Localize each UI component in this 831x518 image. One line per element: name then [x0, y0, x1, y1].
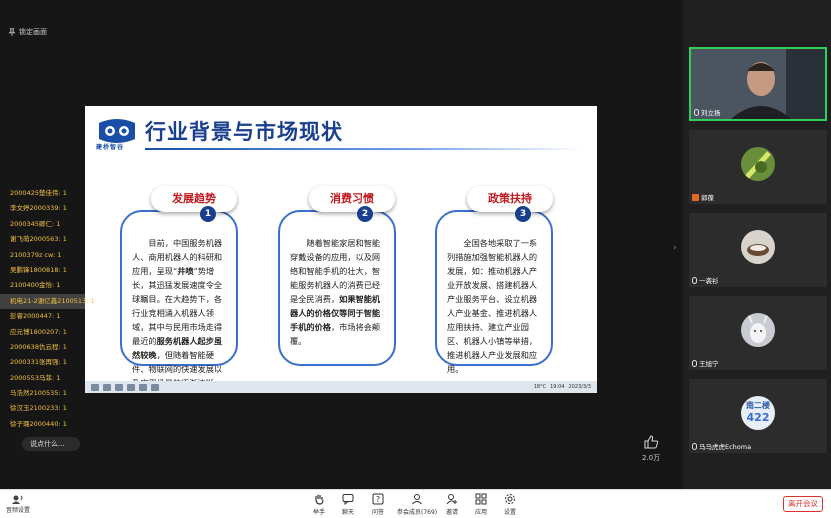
card-number-1: 1	[200, 206, 216, 222]
taskbar-temp: 18°C	[533, 384, 547, 390]
card-text-3: 全国各地采取了一系列措施加强智能机器人的发展，如：推动机器人产业开放发展、搭建机…	[447, 238, 538, 374]
audio-settings-label: 音频设置	[6, 507, 31, 514]
chat-icon	[342, 494, 354, 505]
participant-tile[interactable]: 刘立扬	[689, 47, 827, 121]
shared-screen: 锁定画面 建桥智谷 行业背景与市场现状 发展趋势 1 目前，中国服务机器人、商用…	[0, 0, 683, 489]
like-button[interactable]: 2.0万	[642, 434, 660, 463]
pin-icon	[8, 28, 16, 36]
card-text-2: 随着智能家居和智能穿戴设备的应用，以及网络和智能手机的壮大，智能服务机器人的消费…	[290, 238, 381, 346]
hand-icon	[315, 494, 324, 505]
presentation-slide: 建桥智谷 行业背景与市场现状 发展趋势 1 目前，中国服务机器人、商用机器人的科…	[85, 106, 597, 381]
avatar	[741, 313, 775, 347]
apps-button[interactable]: 应用	[475, 493, 487, 516]
invite-icon	[446, 494, 457, 505]
chat-message: 彭睿2000447: 1	[10, 312, 61, 321]
chat-message: 吴鹏锋1800818: 1	[10, 265, 67, 274]
pin-label: 锁定画面	[19, 28, 47, 36]
apps-grid-icon	[475, 493, 487, 505]
logo-text: 建桥智谷	[96, 144, 125, 151]
participant-name: 刘立扬	[694, 107, 721, 117]
user-avatar-icon	[692, 193, 699, 201]
participant-video-sidebar: 刘立扬 郭葆 一袭衫 王旭宁 南二楼 422 马马虎虎Echoma	[683, 0, 831, 489]
title-underline	[145, 148, 585, 150]
gear-icon	[505, 494, 515, 504]
chat-message: 2000553马菲: 1	[10, 373, 61, 382]
participant-tile[interactable]: 郭葆	[689, 130, 827, 204]
mic-icon	[692, 359, 697, 367]
avatar: 南二楼 422	[741, 396, 775, 430]
avatar-text-num: 422	[746, 411, 770, 424]
card-text-1: 目前，中国服务机器人、商用机器人的科研和应用，呈现“井喷”势增长，其迅猛发展速度…	[132, 238, 223, 381]
card-consumption-habit: 随着智能家居和智能穿戴设备的应用，以及网络和智能手机的壮大，智能服务机器人的消费…	[278, 210, 396, 366]
qa-icon: ?	[372, 493, 384, 505]
chat-message: 2000425楚佳伟: 1	[10, 189, 67, 197]
card-badge-1: 发展趋势	[151, 186, 237, 212]
taskbar-app-icon	[139, 383, 147, 391]
chat-danmaku-list: 2000425楚佳伟: 1 李文婷2000339: 1 2000345卿仁: 1…	[0, 186, 98, 432]
participant-name: 一袭衫	[692, 275, 719, 285]
chat-message: 2000345卿仁: 1	[10, 219, 61, 228]
avatar	[741, 147, 775, 181]
card-number-3: 3	[515, 206, 531, 222]
expand-sidebar-icon[interactable]: ›	[673, 243, 677, 253]
card-badge-2: 消费习惯	[309, 186, 395, 212]
like-count: 2.0万	[642, 454, 661, 462]
invite-button[interactable]: 邀请	[446, 493, 458, 516]
taskbar-app-icon	[115, 383, 123, 391]
mic-icon	[692, 442, 697, 450]
participant-name: 马马虎虎Echoma	[692, 441, 751, 451]
chat-message: 马浩然2100535: 1	[10, 389, 67, 398]
taskbar-app-icon	[103, 383, 111, 391]
audio-settings-button[interactable]: 音频设置	[6, 494, 30, 514]
chat-message: 2000638仇云程: 1	[10, 342, 67, 351]
chat-message: 徐子璐2000440: 1	[10, 419, 67, 428]
presenter-taskbar: 18°C 19:04 2023/3/3	[85, 381, 597, 393]
card-policy-support: 全国各地采取了一系列措施加强智能机器人的发展，如：推动机器人产业开放发展、搭建机…	[435, 210, 553, 374]
taskbar-app-icon	[127, 383, 135, 391]
avatar	[741, 230, 775, 264]
mic-icon	[692, 276, 697, 284]
participant-tile[interactable]: 一袭衫	[689, 213, 827, 287]
taskbar-time: 19:04	[550, 384, 565, 390]
chat-message: 李文婷2000339: 1	[10, 204, 67, 213]
mic-icon	[694, 108, 699, 116]
chat-message: 徐汉玉2100233: 1	[10, 404, 67, 413]
settings-button[interactable]: 设置	[504, 493, 516, 516]
card-development-trend: 目前，中国服务机器人、商用机器人的科研和应用，呈现“井喷”势增长，其迅猛发展速度…	[120, 210, 238, 381]
chat-message: 2100379z cw: 1	[10, 250, 62, 259]
participant-name: 郭葆	[692, 192, 714, 202]
taskbar-clock: 18°C 19:04 2023/3/3	[534, 384, 591, 390]
raise-hand-button[interactable]: 举手	[313, 493, 325, 516]
chat-input[interactable]: 说点什么...	[22, 437, 80, 451]
chat-message: 2000331张再强: 1	[10, 358, 67, 367]
participant-tile[interactable]: 王旭宁	[689, 296, 827, 370]
participants-icon	[412, 494, 422, 505]
participant-name: 王旭宁	[692, 358, 719, 368]
chat-message: 应元博1800207: 1	[10, 327, 67, 336]
svg-text:?: ?	[376, 495, 380, 504]
audio-icon	[12, 495, 23, 504]
leave-meeting-button[interactable]: 离开会议	[783, 496, 823, 512]
card-badge-3: 政策扶持	[467, 186, 553, 212]
chat-message: 2100400金怡: 1	[10, 281, 61, 290]
participants-button[interactable]: 参会成员(769)	[397, 493, 437, 516]
avatar-text-top: 南二楼	[746, 401, 770, 410]
taskbar-date: 2023/3/3	[568, 384, 591, 390]
taskbar-app-icon	[151, 383, 159, 391]
chat-button[interactable]: 聊天	[342, 493, 354, 516]
card-number-2: 2	[357, 206, 373, 222]
chat-message: 机电21-2谢亿鑫2100513: 1	[0, 293, 98, 310]
participant-tile[interactable]: 南二楼 422 马马虎虎Echoma	[689, 379, 827, 453]
pin-screen-button[interactable]: 锁定画面	[8, 27, 47, 37]
meeting-toolbar: 音频设置 举手 聊天 ? 问答 参会成员(769) 邀请 应用 设置	[0, 489, 831, 518]
chat-message: 谢飞萌2000563: 1	[10, 235, 67, 244]
qa-button[interactable]: ? 问答	[372, 493, 384, 516]
slide-title: 行业背景与市场现状	[145, 120, 343, 144]
thumbs-up-icon	[644, 435, 659, 449]
